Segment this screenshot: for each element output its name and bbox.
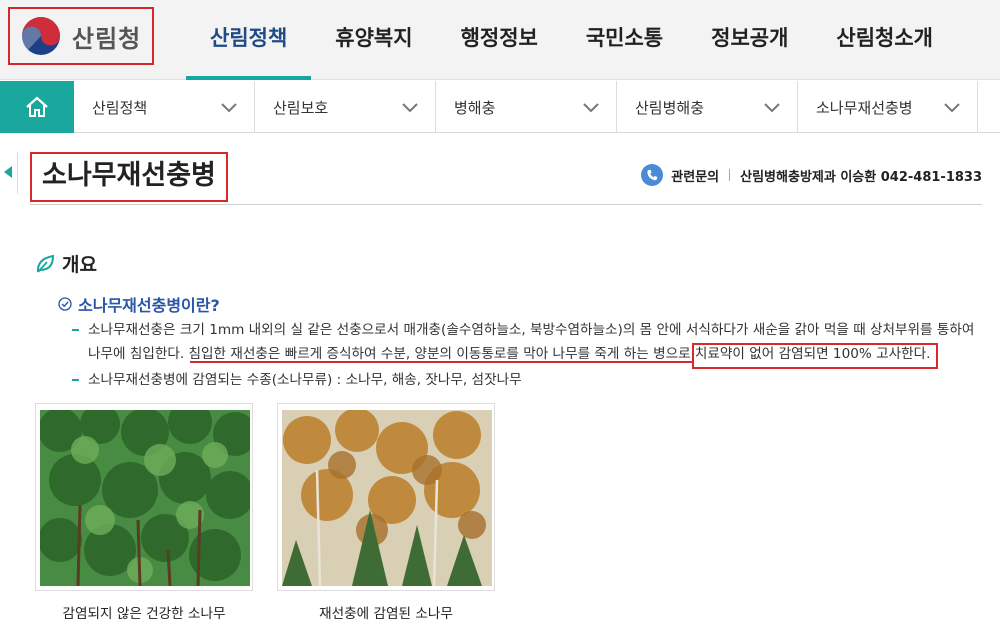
list-item-text: 소나무재선충은 크기 1mm 내외의 실 같은 선충으로서 매개충(솔수염하늘소… [88,322,975,338]
healthy-pine-photo [35,403,253,591]
breadcrumb-dropdown-4[interactable]: 산림병해충 [617,81,798,133]
caret-left-icon [4,166,12,178]
photo-caption: 재선충에 감염된 소나무 [319,606,453,622]
contact-info: 관련문의 산림병해충방제과 이승환 042-481-1833 [641,164,982,186]
chevron-down-icon [583,103,599,113]
page-title: 소나무재선충병 [30,152,228,202]
bullet-dash [72,329,79,331]
phone-icon [641,164,664,186]
chevron-down-icon [764,103,780,113]
breadcrumb-label: 산림보호 [273,98,329,117]
leaf-icon [36,254,55,273]
gnb-item-info-disclosure[interactable]: 정보공개 [687,0,812,80]
list-item-text: 소나무재선충병에 감염되는 수종(소나무류) : 소나무, 해송, 잣나무, 섬… [88,372,522,388]
divider [729,169,731,181]
breadcrumb-label: 소나무재선충병 [816,98,913,117]
home-button[interactable] [0,81,74,133]
gnb-item-recreation-welfare[interactable]: 휴양복지 [311,0,436,80]
photo-caption: 감염되지 않은 건강한 소나무 [62,606,226,622]
breadcrumb-dropdown-2[interactable]: 산림보호 [255,81,436,133]
breadcrumb: 산림정책 산림보호 병해충 산림병해충 소나무재선충병 [0,81,1000,133]
subsection-heading-text: 소나무재선충병이란? [78,296,220,315]
logo-text: 산림청 [72,24,142,53]
highlight-underline [190,361,692,363]
chevron-down-icon [402,103,418,113]
breadcrumb-label: 산림정책 [92,98,148,117]
section-heading: 개요 [34,250,97,277]
divider [30,204,982,205]
check-circle-icon [58,297,72,311]
logo[interactable]: 산림청 [8,7,154,65]
subsection-heading: 소나무재선충병이란? [58,292,220,316]
home-icon [26,96,48,117]
bullet-dash [72,379,79,381]
highlight-box [692,343,938,369]
breadcrumb-label: 병해충 [454,98,496,117]
taegeuk-logo-icon [21,17,60,55]
breadcrumb-dropdown-1[interactable]: 산림정책 [74,81,255,133]
breadcrumb-dropdown-5[interactable]: 소나무재선충병 [798,81,978,133]
contact-label: 관련문의 [671,169,720,185]
global-nav: 산림정책 휴양복지 행정정보 국민소통 정보공개 산림청소개 [186,0,957,80]
chevron-down-icon [221,103,237,113]
section-heading-text: 개요 [62,254,97,276]
chevron-down-icon [944,103,960,113]
breadcrumb-dropdown-3[interactable]: 병해충 [436,81,617,133]
gnb-item-communication[interactable]: 국민소통 [562,0,687,80]
gnb-item-about[interactable]: 산림청소개 [812,0,957,80]
gnb-item-admin-info[interactable]: 행정정보 [437,0,562,80]
top-header: 산림청 산림정책 휴양복지 행정정보 국민소통 정보공개 산림청소개 [0,0,1000,80]
contact-value: 산림병해충방제과 이승환 042-481-1833 [740,169,982,185]
breadcrumb-label: 산림병해충 [635,98,705,117]
gnb-item-forest-policy[interactable]: 산림정책 [186,0,312,80]
infected-pine-photo [277,403,495,591]
